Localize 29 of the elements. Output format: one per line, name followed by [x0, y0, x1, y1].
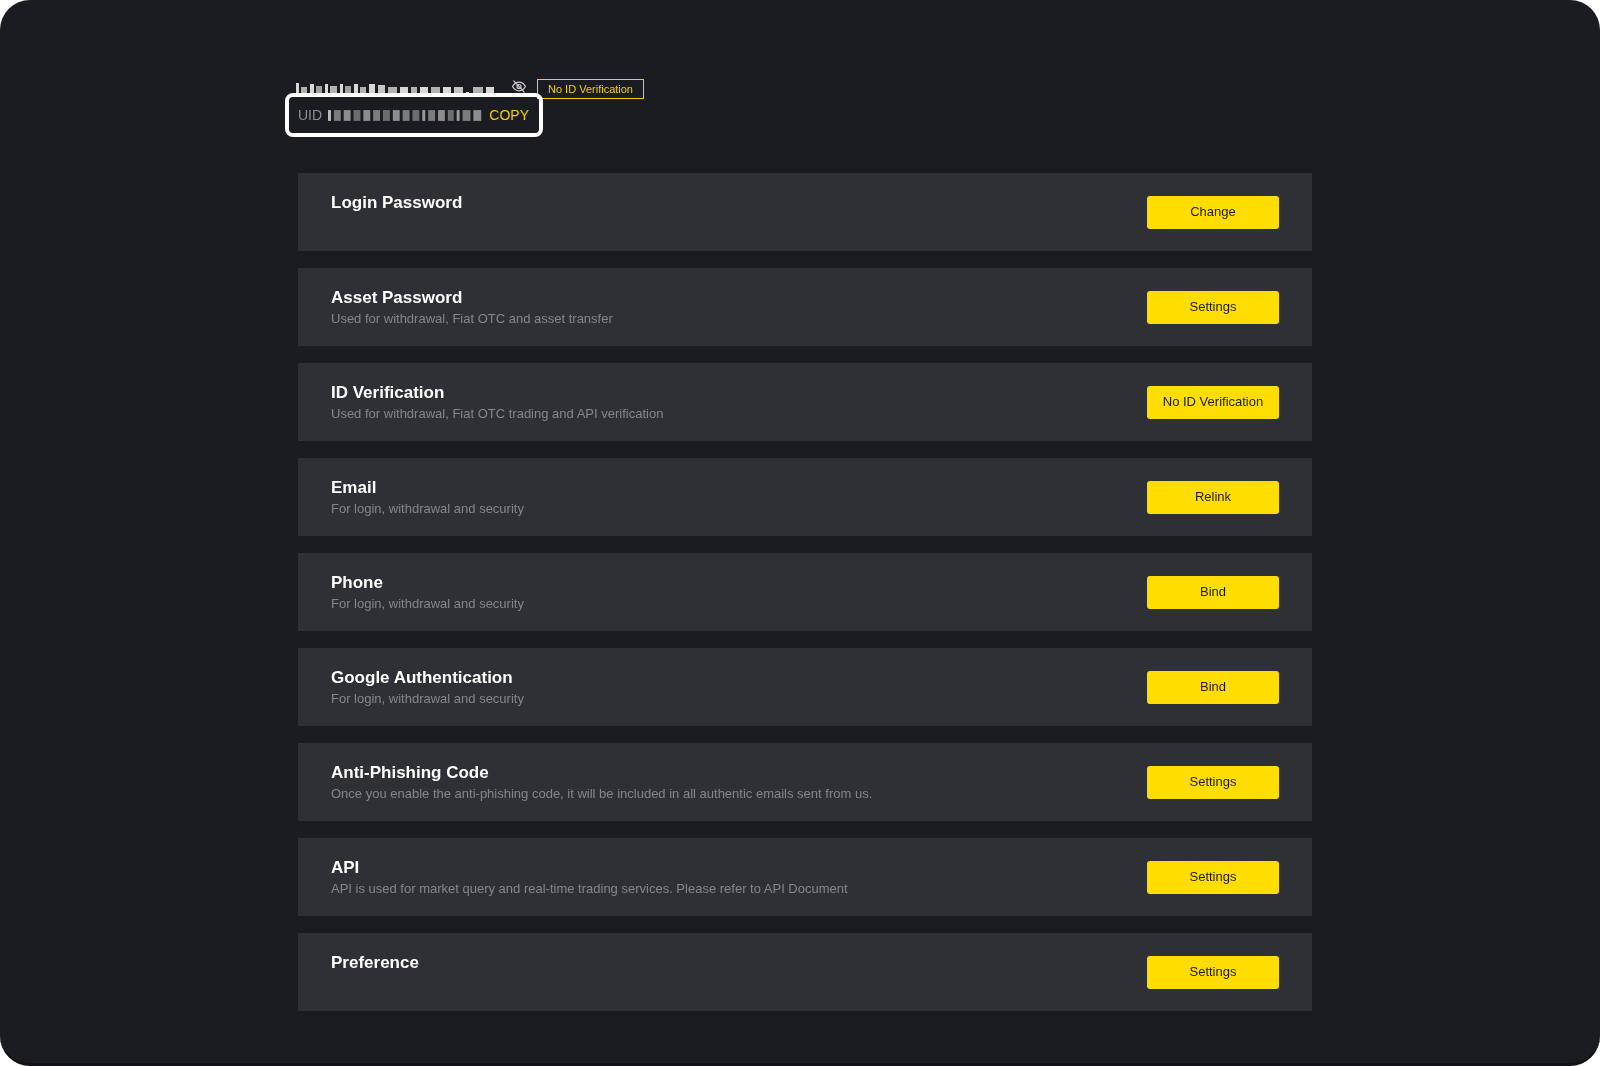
- setting-title: Anti-Phishing Code: [331, 762, 489, 784]
- action-button[interactable]: Settings: [1147, 765, 1279, 799]
- action-button[interactable]: Bind: [1147, 670, 1279, 704]
- action-button[interactable]: No ID Verification: [1147, 385, 1279, 419]
- setting-description: API is used for market query and real-time trading services. Please refer to API Document: [331, 880, 848, 898]
- setting-description: For login, withdrawal and security: [331, 595, 524, 613]
- action-button[interactable]: Relink: [1147, 480, 1279, 514]
- setting-title: Email: [331, 477, 377, 499]
- action-button[interactable]: Settings: [1147, 955, 1279, 989]
- action-button[interactable]: Bind: [1147, 575, 1279, 609]
- copy-link[interactable]: COPY: [489, 108, 529, 122]
- setting-title: ID Verification: [331, 382, 445, 404]
- setting-description: For login, withdrawal and security: [331, 500, 524, 518]
- verification-badge: No ID Verification: [537, 79, 644, 99]
- setting-title: Google Authentication: [331, 667, 513, 689]
- setting-title: Login Password: [331, 192, 463, 214]
- setting-title: Phone: [331, 572, 383, 594]
- setting-description: Used for withdrawal, Fiat OTC trading and API verification: [331, 405, 664, 423]
- action-button[interactable]: Settings: [1147, 290, 1279, 324]
- setting-title: Preference: [331, 952, 419, 974]
- uid-label: UID: [298, 108, 323, 122]
- setting-description: Used for withdrawal, Fiat OTC and asset transfer: [331, 310, 613, 328]
- setting-description: Once you enable the anti-phishing code, it will be included in all authentic emails sent from us.: [331, 785, 873, 803]
- action-button[interactable]: Settings: [1147, 860, 1279, 894]
- setting-title: API: [331, 857, 360, 879]
- setting-description: For login, withdrawal and security: [331, 690, 524, 708]
- action-button[interactable]: Change: [1147, 195, 1279, 229]
- eye-slash-icon[interactable]: [511, 80, 527, 93]
- setting-title: Asset Password: [331, 287, 463, 309]
